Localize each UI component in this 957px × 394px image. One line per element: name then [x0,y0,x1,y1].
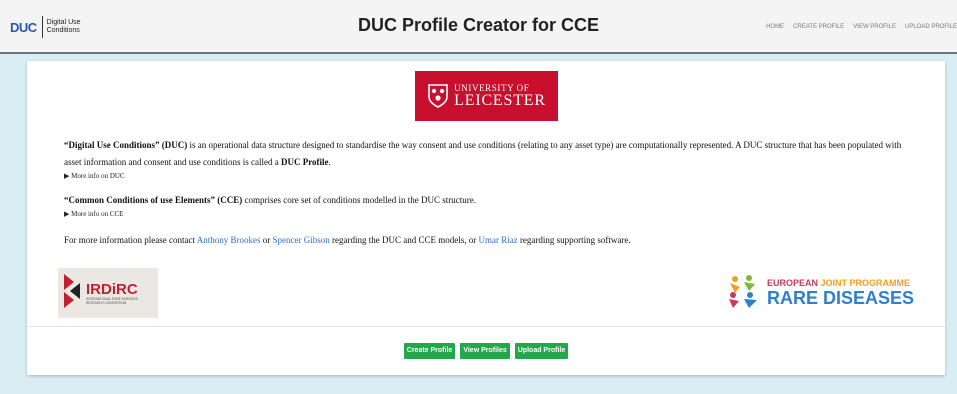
logo-divider [41,16,43,38]
duc-term: “Digital Use Conditions” (DUC) [64,140,188,150]
cce-description: “Common Conditions of use Elements” (CCE… [64,192,919,209]
more-info-cce-toggle[interactable]: ▶ More info on CCE [64,210,123,218]
contact-end: regarding supporting software. [517,235,631,245]
ejp-top-a: EUROPEAN [767,278,819,288]
irdirc-subtitle: INTERNATIONAL RARE DISEASES RESEARCH CON… [86,296,138,305]
contact-link-umar-riaz[interactable]: Umar Riaz [478,235,517,245]
university-of-leicester-logo: UNIVERSITY OF LEICESTER [415,71,558,121]
duc-profile-term: DUC Profile [280,157,329,167]
nav-upload-profile[interactable]: UPLOAD PROFILE [905,24,957,30]
duc-text: is an operational data structure designe… [64,140,902,167]
cce-term: “Common Conditions of use Elements” (CCE… [64,195,243,205]
leicester-wordmark: UNIVERSITY OF LEICESTER [454,83,546,109]
view-profiles-button[interactable]: View Profiles [460,343,510,359]
duc-logo[interactable]: DUC Digital Use Conditions [10,14,93,40]
top-nav: HOME CREATE PROFILE VIEW PROFILE UPLOAD … [766,24,957,30]
irdirc-logo: IRDiRC INTERNATIONAL RARE DISEASES RESEA… [58,268,158,318]
top-navbar: DUC Digital Use Conditions DUC Profile C… [0,0,957,54]
leicester-line2: LEICESTER [454,91,546,109]
nav-create-profile[interactable]: CREATE PROFILE [793,24,844,30]
duc-description: “Digital Use Conditions” (DUC) is an ope… [64,137,919,171]
logo-text: Digital Use Conditions [46,19,81,34]
duc-logo-mark: DUC [10,20,37,35]
leicester-shield-icon [427,83,449,109]
contact-info: For more information please contact Anth… [64,232,919,249]
nav-view-profile[interactable]: VIEW PROFILE [853,24,896,30]
irdirc-wordmark: IRDiRC INTERNATIONAL RARE DISEASES RESEA… [86,282,142,305]
irdirc-name: IRDiRC [86,280,138,298]
contact-or: or [260,235,273,245]
upload-profile-button[interactable]: Upload Profile [514,343,569,359]
contact-link-anthony-brookes[interactable]: Anthony Brookes [197,235,261,245]
ejp-bottom: RARE DISEASES [767,288,915,308]
main-card: UNIVERSITY OF LEICESTER “Digital Use Con… [27,61,945,375]
ejp-people-icon [727,273,763,314]
more-info-duc-toggle[interactable]: ▶ More info on DUC [64,172,125,180]
cce-text: comprises core set of conditions modelle… [242,195,476,205]
ejp-wordmark: EUROPEAN JOINT PROGRAMME RARE DISEASES [767,278,914,308]
ejp-rare-diseases-logo: EUROPEAN JOINT PROGRAMME RARE DISEASES [727,272,914,314]
contact-mid: regarding the DUC and CCE models, or [329,235,479,245]
contact-text: For more information please contact [64,235,197,245]
action-buttons: Create Profile View Profiles Upload Prof… [27,343,945,359]
nav-home[interactable]: HOME [766,24,784,30]
duc-text-end: . [328,157,331,167]
card-divider [27,326,945,327]
duc-logo-letters: DUC [10,19,37,35]
contact-link-spencer-gibson[interactable]: Spencer Gibson [272,235,329,245]
create-profile-button[interactable]: Create Profile [403,343,456,359]
irdirc-chevron-icon [61,271,83,316]
ejp-top-b: JOINT PROGRAMME [818,278,911,288]
